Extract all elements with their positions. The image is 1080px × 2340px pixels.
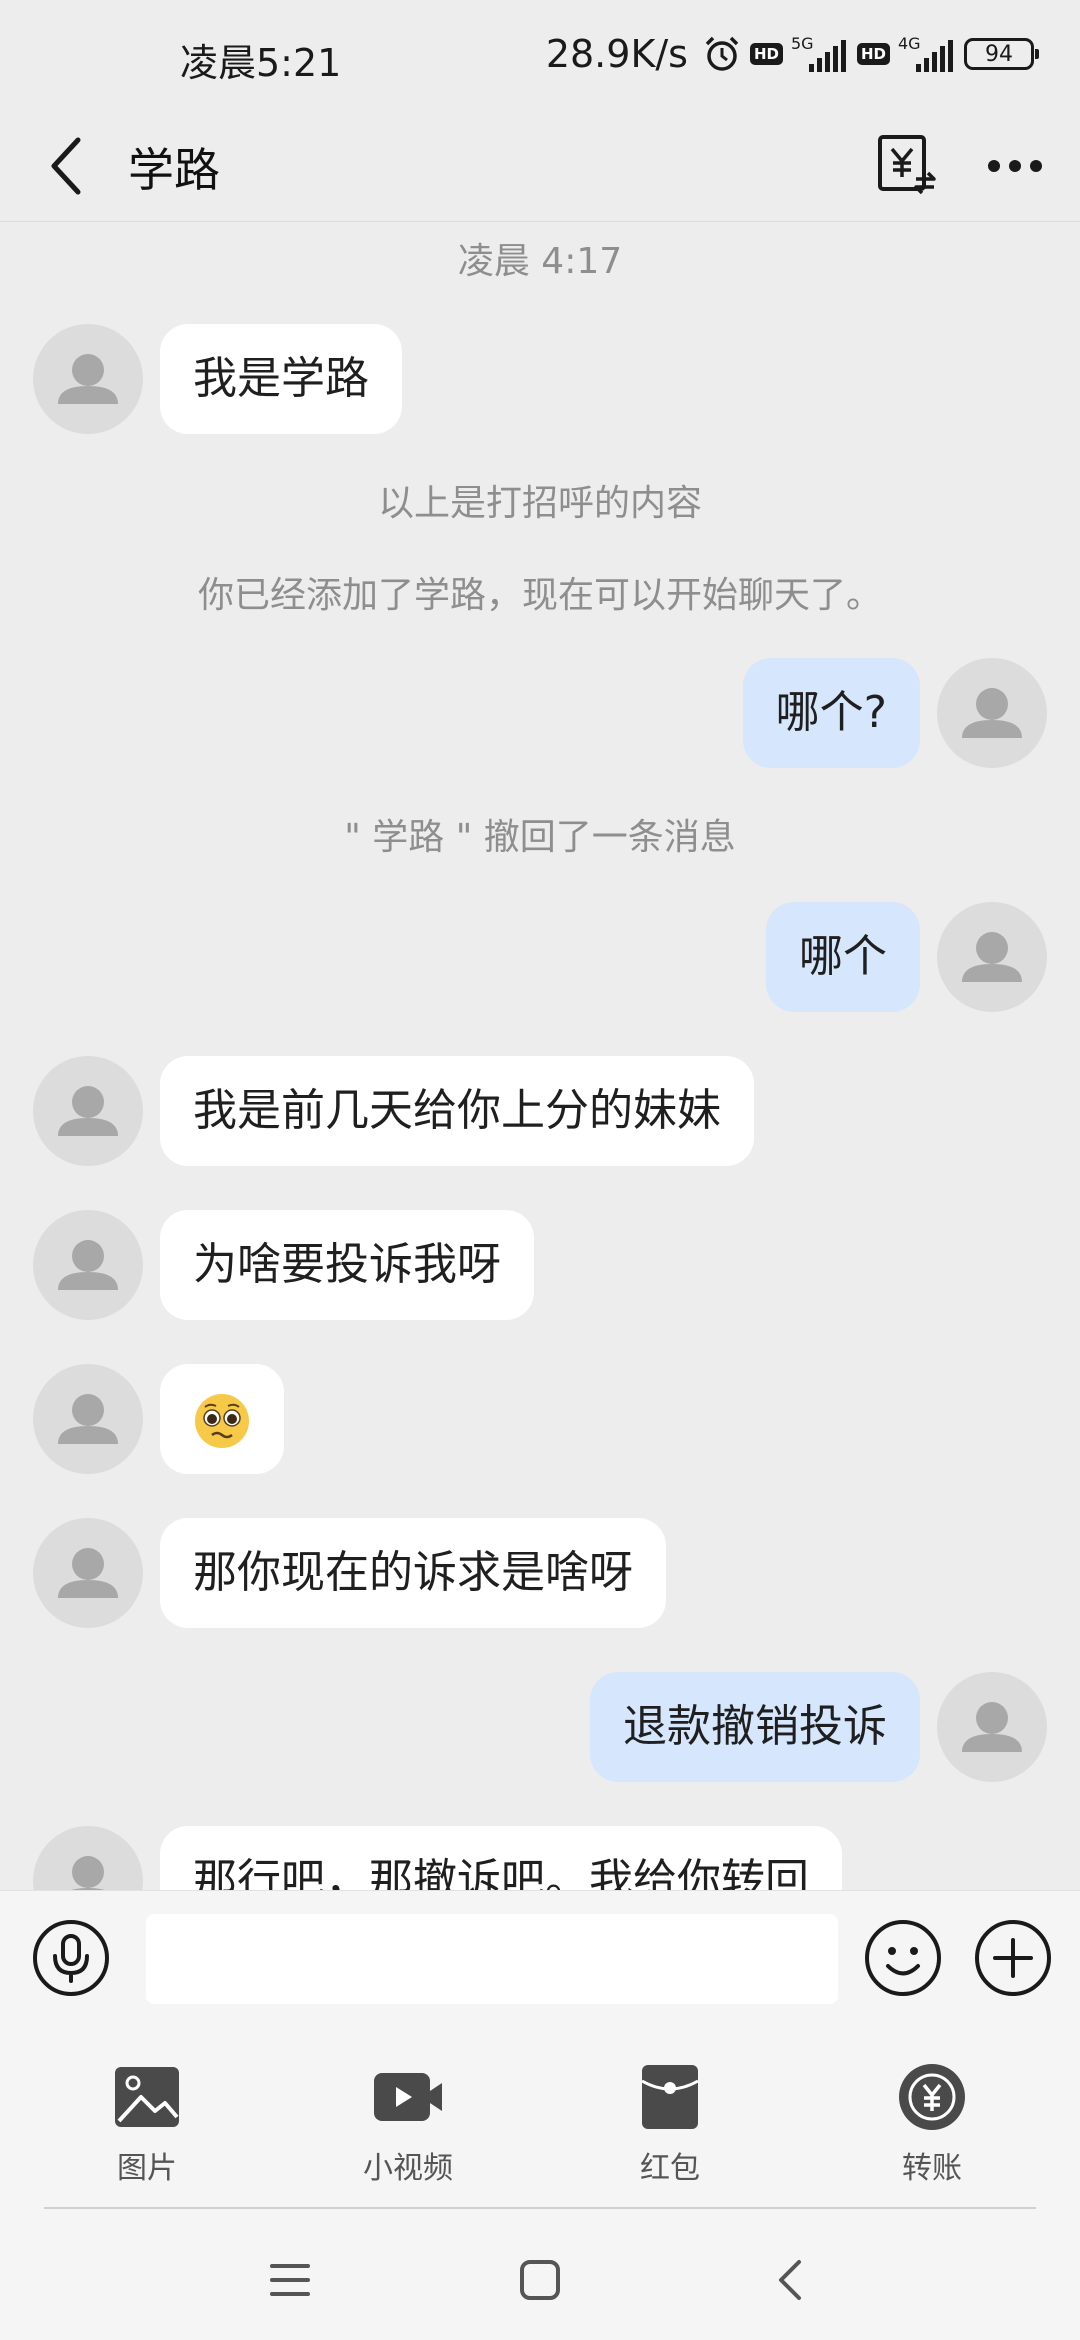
battery-level: 94: [985, 41, 1013, 67]
smiley-icon: [865, 1920, 941, 1996]
message-bubble-incoming[interactable]: 那行吧，那撤诉吧。我给你转回: [160, 1826, 842, 1890]
avatar[interactable]: [33, 1826, 143, 1890]
yuan-transfer-icon: [878, 135, 936, 195]
tool-video[interactable]: 小视频: [328, 2061, 488, 2191]
message-bubble-outgoing[interactable]: 哪个?: [742, 658, 920, 768]
microphone-icon: [33, 1920, 109, 1996]
message-bubble-incoming[interactable]: 我是前几天给你上分的妹妹: [160, 1056, 754, 1166]
more-dots-icon: [988, 160, 1042, 172]
tool-image[interactable]: 图片: [67, 2061, 227, 2191]
tool-label: 红包: [640, 2151, 700, 2186]
tool-row: 图片 小视频 红包 转账: [0, 2061, 1080, 2191]
person-placeholder-icon: [58, 1548, 118, 1598]
person-placeholder-icon: [962, 688, 1022, 738]
status-time: 凌晨5:21: [180, 41, 342, 85]
avatar-self[interactable]: [937, 1672, 1047, 1782]
more-actions-button[interactable]: [974, 1919, 1052, 1997]
nav-back-button[interactable]: [760, 2250, 820, 2310]
message-bubble-incoming[interactable]: 我是学路: [160, 324, 402, 434]
tool-transfer[interactable]: 转账: [852, 2061, 1012, 2191]
system-message-recall: " 学路 " 撤回了一条消息: [344, 817, 736, 858]
network-speed: 28.9K/s: [545, 32, 688, 76]
alarm-icon: [702, 34, 742, 74]
person-placeholder-icon: [962, 1702, 1022, 1752]
message-timestamp: 凌晨 4:17: [457, 241, 623, 282]
system-message-added: 你已经添加了学路，现在可以开始聊天了。: [197, 575, 882, 616]
tool-label: 小视频: [363, 2151, 453, 2186]
person-placeholder-icon: [58, 354, 118, 404]
home-square-icon: [520, 2260, 560, 2300]
person-placeholder-icon: [58, 1394, 118, 1444]
chat-title: 学路: [128, 143, 220, 197]
avatar[interactable]: [33, 1518, 143, 1628]
red-packet-icon: [641, 2065, 699, 2129]
divider: [44, 2207, 1036, 2209]
avatar[interactable]: [33, 1210, 143, 1320]
back-button[interactable]: [36, 130, 96, 202]
person-placeholder-icon: [962, 932, 1022, 982]
hd-icon-2: HD: [856, 43, 890, 65]
sim1-network-label: 5G: [790, 34, 814, 53]
transfer-icon: [899, 2064, 965, 2130]
transfer-header-button[interactable]: [874, 128, 940, 202]
system-navigation-bar: [0, 2210, 1080, 2340]
avatar-self[interactable]: [937, 658, 1047, 768]
message-input[interactable]: [146, 1914, 838, 2004]
menu-icon: [270, 2264, 310, 2296]
voice-input-button[interactable]: [32, 1919, 110, 1997]
sim2-network-label: 4G: [898, 34, 921, 53]
nav-home-button[interactable]: [510, 2250, 570, 2310]
message-bubble-outgoing[interactable]: 退款撤销投诉: [590, 1672, 920, 1782]
composer: 图片 小视频 红包 转账: [0, 1890, 1080, 2210]
pleading-face-emoji-icon: [195, 1394, 249, 1448]
chat-header: 学路: [0, 110, 1080, 222]
message-bubble-outgoing[interactable]: 哪个: [766, 902, 920, 1012]
nav-menu-button[interactable]: [260, 2250, 320, 2310]
tool-red-packet[interactable]: 红包: [590, 2061, 750, 2191]
message-bubble-incoming[interactable]: 为啥要投诉我呀: [160, 1210, 534, 1320]
tool-label: 转账: [902, 2151, 962, 2186]
avatar[interactable]: [33, 324, 143, 434]
message-bubble-incoming[interactable]: 那你现在的诉求是啥呀: [160, 1518, 666, 1628]
status-indicators: 28.9K/s HD 5G HD 4G 94: [545, 30, 1039, 78]
plus-icon: [975, 1920, 1051, 1996]
signal-4g-icon: 4G: [898, 34, 956, 74]
video-icon: [374, 2073, 442, 2121]
chevron-left-icon: [51, 137, 81, 195]
person-placeholder-icon: [58, 1086, 118, 1136]
hd-icon: HD: [749, 43, 783, 65]
person-placeholder-icon: [71, 1856, 105, 1890]
tool-label: 图片: [117, 2151, 177, 2186]
avatar[interactable]: [33, 1364, 143, 1474]
battery-icon: 94: [964, 38, 1039, 70]
signal-5g-icon: 5G: [791, 34, 849, 74]
person-placeholder-icon: [58, 1240, 118, 1290]
status-bar: 凌晨5:21 28.9K/s HD 5G HD 4G 94: [0, 0, 1080, 110]
system-message-greeting: 以上是打招呼的内容: [377, 483, 702, 524]
image-icon: [115, 2067, 179, 2127]
message-bubble-emoji[interactable]: [160, 1364, 284, 1474]
avatar-self[interactable]: [937, 902, 1047, 1012]
message-list[interactable]: 凌晨 4:17 我是学路 以上是打招呼的内容 你已经添加了学路，现在可以开始聊天…: [0, 222, 1080, 1890]
back-arrow-icon: [779, 2260, 801, 2300]
more-options-button[interactable]: [980, 136, 1050, 196]
emoji-button[interactable]: [864, 1919, 942, 1997]
avatar[interactable]: [33, 1056, 143, 1166]
